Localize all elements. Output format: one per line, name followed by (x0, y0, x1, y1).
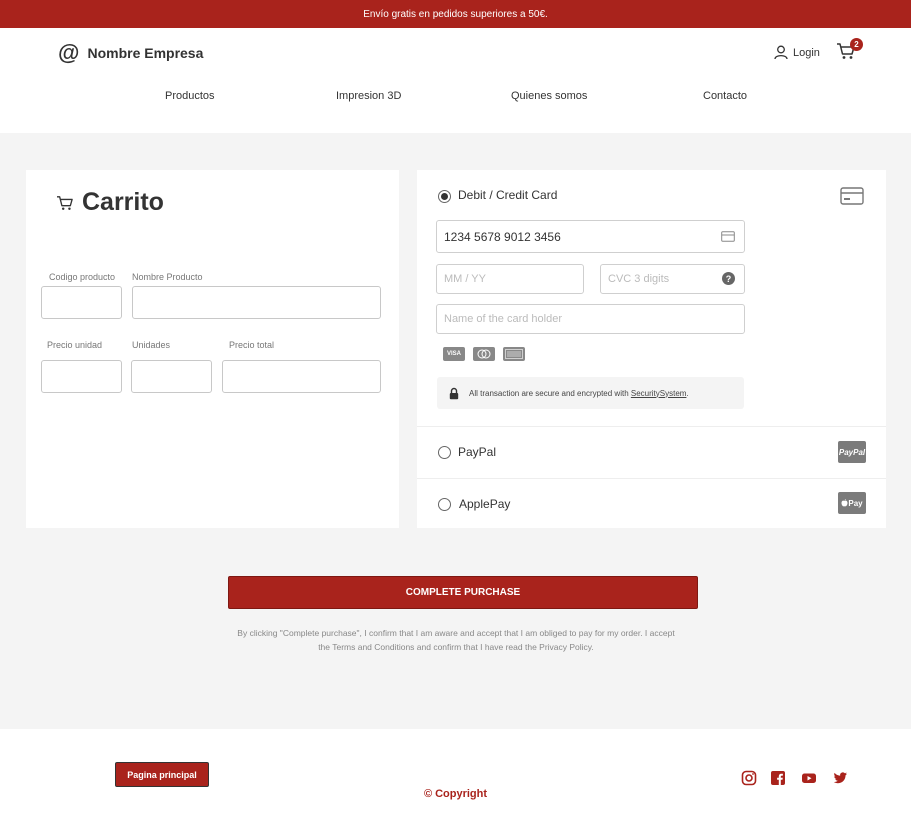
cart-icon (57, 195, 73, 210)
applepay-icon: Pay (838, 492, 866, 514)
paypal-radio[interactable] (438, 446, 451, 459)
payment-panel: Debit / Credit Card 1234 5678 9012 3456 … (417, 170, 886, 528)
cart-count-badge: 2 (850, 38, 863, 51)
applepay-option-label: ApplePay (459, 497, 511, 511)
nav-productos[interactable]: Productos (165, 90, 215, 102)
apple-icon (841, 499, 848, 507)
home-page-button[interactable]: Pagina principal (115, 762, 209, 787)
card-option-label: Debit / Credit Card (458, 188, 558, 202)
complete-purchase-button[interactable]: COMPLETE PURCHASE (228, 576, 698, 609)
login-link[interactable]: Login (774, 45, 820, 60)
amex-icon (503, 347, 525, 361)
divider (417, 478, 886, 479)
security-system-link[interactable]: SecuritySystem (631, 389, 687, 398)
promo-banner: Envío gratis en pedidos superiores a 50€… (0, 0, 911, 28)
nav-contacto[interactable]: Contacto (703, 90, 747, 102)
card-holder-field[interactable]: Name of the card holder (436, 304, 745, 334)
lock-icon (449, 387, 459, 399)
cart-title: Carrito (82, 188, 164, 216)
unit-price-field[interactable] (41, 360, 122, 393)
paypal-icon: PayPal (838, 441, 866, 463)
card-radio[interactable] (438, 190, 451, 203)
security-notice: All transaction are secure and encrypted… (437, 377, 744, 409)
youtube-icon[interactable] (801, 770, 817, 786)
units-label: Unidades (132, 340, 171, 350)
units-field[interactable] (131, 360, 212, 393)
at-logo-icon: @ (58, 40, 80, 65)
checkout-main: Carrito Codigo producto Nombre Producto … (0, 133, 911, 729)
expiry-field[interactable]: MM / YY (436, 264, 584, 294)
credit-card-icon (840, 187, 864, 205)
instagram-icon[interactable] (741, 770, 757, 786)
cart-panel: Carrito Codigo producto Nombre Producto … (26, 170, 399, 528)
unit-price-label: Precio unidad (47, 340, 103, 350)
help-icon[interactable]: ? (722, 272, 735, 285)
divider (417, 426, 886, 427)
total-price-label: Precio total (229, 340, 275, 350)
mastercard-icon (473, 347, 495, 361)
twitter-icon[interactable] (832, 770, 848, 786)
card-number-value: 1234 5678 9012 3456 (444, 229, 561, 244)
product-name-field[interactable] (132, 286, 381, 319)
paypal-option-label: PayPal (458, 445, 497, 459)
legal-disclaimer: By clicking "Complete purchase", I confi… (237, 628, 675, 652)
card-number-field[interactable]: 1234 5678 9012 3456 (436, 220, 745, 253)
brand-name: Nombre Empresa (87, 45, 204, 61)
site-header: @ Nombre Empresa Login 2 Productos Impre… (0, 28, 911, 133)
product-code-field[interactable] (41, 286, 122, 319)
promo-text: Envío gratis en pedidos superiores a 50€… (363, 8, 548, 20)
security-text: All transaction are secure and encrypted… (469, 388, 689, 398)
total-price-field[interactable] (222, 360, 381, 393)
card-holder-placeholder: Name of the card holder (444, 313, 563, 325)
copyright-text: © Copyright (423, 788, 488, 800)
brand-logo[interactable]: @ Nombre Empresa (58, 42, 203, 64)
product-code-label: Codigo producto (49, 272, 116, 282)
product-name-label: Nombre Producto (132, 272, 203, 282)
expiry-placeholder: MM / YY (444, 273, 486, 285)
applepay-radio[interactable] (438, 498, 451, 511)
user-icon (774, 45, 788, 60)
site-footer: Pagina principal © Copyright (0, 729, 911, 821)
nav-impresion-3d[interactable]: Impresion 3D (336, 90, 401, 102)
nav-quienes-somos[interactable]: Quienes somos (511, 90, 587, 102)
cvc-placeholder: CVC 3 digits (608, 273, 670, 285)
cart-heading: Carrito (56, 188, 164, 217)
facebook-icon[interactable] (770, 770, 786, 786)
card-field-icon (721, 231, 735, 242)
visa-icon: VISA (443, 347, 465, 361)
login-label: Login (793, 46, 820, 59)
